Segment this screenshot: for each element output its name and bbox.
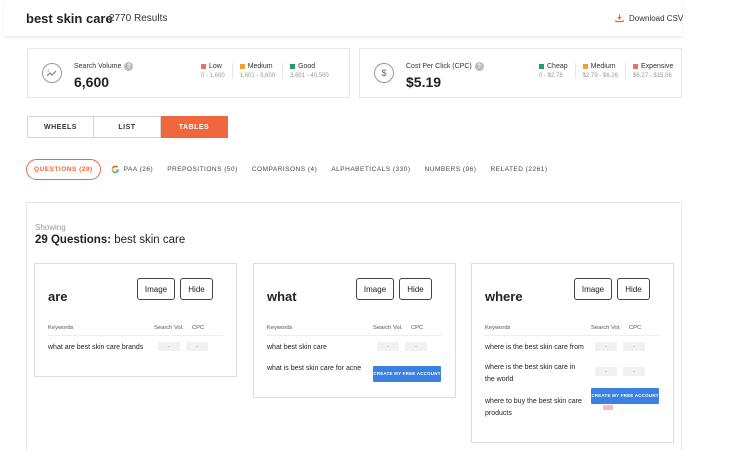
keyword-row[interactable]: what best skin care	[267, 342, 377, 354]
dollar-icon: $	[374, 63, 394, 83]
col-keywords: Keywords	[485, 325, 511, 331]
col-cpc: CPC	[411, 325, 424, 331]
query-title: best skin care	[26, 11, 113, 26]
help-icon[interactable]: ?	[124, 62, 134, 71]
col-keywords: Keywords	[267, 325, 293, 331]
cpc-pill: -	[186, 342, 208, 351]
tab-numbers[interactable]: NUMBERS (96)	[425, 166, 477, 173]
volume-pill: -	[595, 367, 617, 376]
keyword-row[interactable]: where to buy the best skin care products	[485, 396, 585, 420]
tab-paa[interactable]: PAA (26)	[111, 165, 154, 174]
legend-dot	[290, 64, 296, 69]
search-volume-label: Search Volume ?	[74, 62, 134, 71]
question-card-where: where Image Hide Keywords Search Vol. CP…	[471, 263, 674, 443]
card-title: what	[267, 289, 297, 304]
volume-pill: -	[158, 342, 180, 351]
keyword-row[interactable]: what is best skin care for acne	[267, 363, 382, 375]
panel-heading: 29 Questions: best skin care	[35, 234, 186, 246]
card-title: where	[485, 289, 523, 304]
tab-related[interactable]: RELATED (2261)	[490, 166, 547, 173]
showing-label: Showing	[35, 223, 66, 232]
tab-list[interactable]: LIST	[94, 116, 161, 138]
cpc-legend: Cheap 0 - $2.78 Medium $2.79 - $6.26 Exp…	[532, 63, 680, 79]
cpc-pill: -	[623, 342, 645, 351]
search-volume-card: 1 Search Volume ? 6,600 Low 0 - 1,600 Me…	[27, 48, 350, 98]
col-cpc: CPC	[629, 325, 642, 331]
keyword-row[interactable]: what are best skin care brands	[48, 342, 163, 354]
col-cpc: CPC	[192, 325, 205, 331]
create-account-button[interactable]: CREATE MY FREE ACCOUNT	[591, 388, 659, 404]
col-search-volume: Search Vol.	[591, 325, 621, 331]
question-card-what: what Image Hide Keywords Search Vol. CPC…	[253, 263, 456, 398]
tab-comparisons[interactable]: COMPARISONS (4)	[252, 166, 318, 173]
keyword-row[interactable]: where is the best skin care in the world	[485, 362, 585, 386]
tab-questions[interactable]: QUESTIONS (29)	[26, 158, 101, 180]
legend-item-cheap: Cheap 0 - $2.78	[539, 63, 568, 79]
legend-item-medium: Medium $2.79 - $6.26	[574, 63, 625, 79]
download-icon	[615, 14, 624, 23]
question-card-are: are Image Hide Keywords Search Vol. CPC …	[34, 263, 237, 377]
view-tabs: WHEELS LIST TABLES	[27, 116, 228, 138]
search-volume-value: 6,600	[74, 74, 110, 90]
legend-item-expensive: Expensive $6.27 - $15.06	[625, 63, 680, 79]
tab-wheels[interactable]: WHEELS	[27, 116, 94, 138]
tab-prepositions[interactable]: PREPOSITIONS (50)	[167, 166, 238, 173]
legend-dot	[539, 64, 544, 69]
image-button[interactable]: Image	[137, 278, 175, 300]
top-strip: best skin care 2770 Results Download CSV	[0, 0, 750, 36]
legend-item-medium: Medium 1,601 - 3,600	[231, 63, 282, 79]
divider	[48, 335, 223, 336]
questions-panel: Showing 29 Questions: best skin care are…	[26, 202, 682, 450]
legend-dot	[633, 64, 639, 69]
volume-pill: -	[595, 342, 617, 351]
svg-text:1: 1	[47, 68, 50, 73]
tab-alphabeticals[interactable]: ALPHABETICALS (330)	[331, 166, 410, 173]
google-icon	[111, 165, 119, 173]
legend-dot	[201, 64, 206, 69]
legend-dot	[582, 64, 588, 69]
trend-icon: 1	[42, 63, 62, 83]
download-csv-button[interactable]: Download CSV	[615, 13, 683, 23]
highlight-mark	[603, 405, 613, 410]
category-tabs: QUESTIONS (29) PAA (26) PREPOSITIONS (50…	[26, 158, 562, 180]
image-button[interactable]: Image	[356, 278, 394, 300]
image-button[interactable]: Image	[574, 278, 612, 300]
legend-dot	[239, 64, 245, 69]
hide-button[interactable]: Hide	[617, 278, 650, 300]
legend-item-low: Low 0 - 1,600	[201, 63, 225, 79]
col-search-volume: Search Vol.	[154, 325, 184, 331]
col-search-volume: Search Vol.	[373, 325, 403, 331]
help-icon[interactable]: ?	[474, 62, 484, 71]
volume-legend: Low 0 - 1,600 Medium 1,601 - 3,600 Good …	[194, 63, 336, 79]
cpc-pill: -	[405, 342, 427, 351]
cpc-value: $5.19	[406, 74, 442, 90]
divider	[267, 335, 442, 336]
tab-tables[interactable]: TABLES	[161, 116, 228, 138]
col-keywords: Keywords	[48, 325, 74, 331]
download-csv-label: Download CSV	[629, 13, 684, 23]
keyword-row[interactable]: where is the best skin care from	[485, 342, 597, 354]
divider	[485, 335, 660, 336]
cpc-pill: -	[623, 367, 645, 376]
cpc-card: $ Cost Per Click (CPC) ? $5.19 Cheap 0 -…	[359, 48, 682, 98]
volume-pill: -	[377, 342, 399, 351]
create-account-button[interactable]: CREATE MY FREE ACCOUNT	[373, 366, 441, 382]
hide-button[interactable]: Hide	[399, 278, 432, 300]
card-title: are	[48, 289, 68, 304]
hide-button[interactable]: Hide	[180, 278, 213, 300]
results-count: 2770 Results	[109, 13, 168, 24]
cpc-label: Cost Per Click (CPC) ?	[406, 62, 484, 71]
legend-item-good: Good 3,601 - 40,500	[282, 63, 336, 79]
